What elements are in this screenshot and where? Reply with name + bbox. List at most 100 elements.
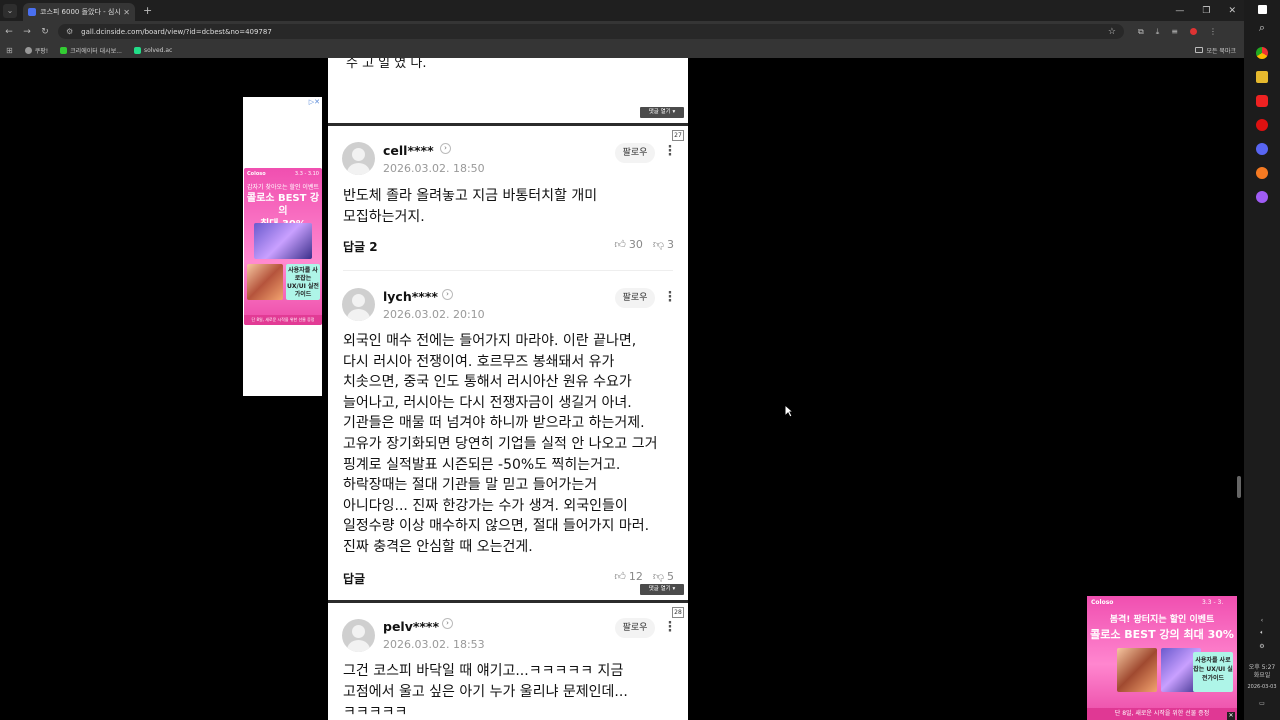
upvote-button[interactable]: 👍︎ 12 <box>614 570 643 583</box>
comment-number-badge: 28 <box>672 607 684 618</box>
volume-icon[interactable]: 🔈︎ <box>1244 629 1280 637</box>
youtube-music-icon[interactable] <box>1256 119 1268 131</box>
more-options-icon[interactable]: · · · <box>665 287 675 308</box>
new-tab-button[interactable]: + <box>143 4 152 17</box>
site-info-icon[interactable]: ⚙ <box>66 27 73 36</box>
bookmark-coupang[interactable]: 쿠팡! <box>24 46 49 55</box>
tray-chevron-icon[interactable]: ‹ <box>1244 617 1280 625</box>
tab-search-button[interactable]: ⌄ <box>3 3 17 18</box>
avatar[interactable] <box>342 619 375 652</box>
ad-brand: Coloso <box>1091 599 1114 606</box>
bookmark-label: 쿠팡! <box>34 47 49 55</box>
ad-course-box: 사용자를 사로잡는 UX/UI 실전 가이드 <box>286 264 320 300</box>
upvote-count: 12 <box>628 570 643 583</box>
reply-toggle-button[interactable]: 댓글 열기 ▾ <box>640 584 684 595</box>
ad-brand: Coloso <box>247 171 266 177</box>
ad-illustration <box>254 223 312 259</box>
ad-headline: 콜로소 BEST 강의 최대 30% <box>1090 628 1234 641</box>
thumbs-up-icon: 👍︎ <box>614 238 626 251</box>
ad-illustration <box>1117 648 1157 692</box>
upvote-button[interactable]: 👍︎ 30 <box>614 238 643 251</box>
back-icon[interactable]: ← <box>0 27 18 37</box>
username[interactable]: pelv**** <box>383 619 439 634</box>
follow-button[interactable]: 팔로우 <box>615 143 655 163</box>
avatar[interactable] <box>342 288 375 321</box>
comment-number-badge: 27 <box>672 130 684 141</box>
thumbs-down-icon: 👎︎ <box>652 238 664 251</box>
profile-arrow-icon[interactable]: › <box>440 143 451 154</box>
bookmark-label: 크리에이터 대시보... <box>70 47 122 55</box>
clock-time[interactable]: 오후 5:27 <box>1244 664 1280 672</box>
messenger-icon[interactable] <box>1256 191 1268 203</box>
ad-creative[interactable]: Coloso 3.3 - 3.10 갑자기 찾아오는 할인 이벤트 콜로소 BE… <box>244 168 322 325</box>
more-options-icon[interactable]: · · · <box>665 141 675 162</box>
url-text: gall.dcinside.com/board/view/?id=dcbest&… <box>81 27 272 36</box>
extensions-icon[interactable]: ⧉ <box>1138 27 1144 37</box>
taskbar: ⌕ ‹ 🔈︎ ⚙ 오후 5:27 화요일 2026-03-03 ▭ <box>1244 0 1280 720</box>
avatar[interactable] <box>342 142 375 175</box>
username[interactable]: cell**** <box>383 143 434 158</box>
download-icon[interactable]: ⤓ <box>1156 27 1160 37</box>
profile-arrow-icon[interactable]: › <box>442 289 453 300</box>
minimize-icon[interactable]: — <box>1175 6 1184 16</box>
page-viewport: ▷✕ Coloso 3.3 - 3.10 갑자기 찾아오는 할인 이벤트 콜로소… <box>0 58 1244 720</box>
username[interactable]: lych**** <box>383 289 438 304</box>
apps-grid-icon[interactable]: ⊞ <box>6 46 13 55</box>
downvote-button[interactable]: 👎︎ 3 <box>653 238 674 251</box>
tab-title: 코스피 6000 돌았다 - 심시간 ... <box>40 8 121 16</box>
ad-subtitle: 갑자기 찾아오는 할인 이벤트 <box>247 184 319 191</box>
comment-date: 2026.03.02. 20:10 <box>383 308 485 321</box>
comment-divider <box>343 270 673 271</box>
solved-icon <box>133 46 141 54</box>
bookmark-solved[interactable]: solved.ac <box>133 46 173 54</box>
reload-icon[interactable]: ↻ <box>36 27 54 37</box>
reply-link[interactable]: 답글 2 <box>343 238 378 255</box>
vote-group: 👍︎ 30 👎︎ 3 <box>614 238 674 251</box>
discord-icon[interactable] <box>1256 143 1268 155</box>
coupang-icon <box>24 46 32 54</box>
windows-start-icon[interactable] <box>1258 5 1267 14</box>
more-options-icon[interactable]: · · · <box>665 617 675 638</box>
settings-icon[interactable]: ⚙ <box>1244 643 1280 651</box>
comment-list: 수 고 일 였 다. 댓글 열기 ▾ 27 cell**** › 2026.03… <box>328 58 688 720</box>
restore-icon[interactable]: ❐ <box>1202 6 1210 16</box>
bookmark-label: solved.ac <box>143 46 173 54</box>
comment-date: 2026.03.02. 18:50 <box>383 162 485 175</box>
ad-course-box: 사용자를 사로잡는 UX/UI 실전가이드 <box>1193 652 1233 692</box>
all-bookmarks[interactable]: 모든 북마크 <box>1195 46 1236 55</box>
follow-button[interactable]: 팔로우 <box>615 618 655 638</box>
bookmark-creator[interactable]: 크리에이터 대시보... <box>60 46 122 55</box>
left-ad-banner[interactable]: ▷✕ Coloso 3.3 - 3.10 갑자기 찾아오는 할인 이벤트 콜로소… <box>243 97 322 396</box>
extension-red-icon[interactable] <box>1189 28 1197 35</box>
tab-close-icon[interactable]: ✕ <box>123 8 130 17</box>
ad-choices-icon[interactable]: ▷✕ <box>309 98 320 106</box>
creator-icon <box>60 46 68 54</box>
media-icon[interactable]: ≡ <box>1171 27 1178 36</box>
search-icon[interactable]: ⌕ <box>1244 22 1280 33</box>
notifications-icon[interactable]: ▭ <box>1244 700 1280 708</box>
tab-bar: ⌄ 코스피 6000 돌았다 - 심시간 ... ✕ + — ❐ ✕ <box>0 0 1244 21</box>
all-bookmarks-label: 모든 북마크 <box>1206 47 1236 55</box>
profile-arrow-icon[interactable]: › <box>442 618 453 629</box>
file-explorer-icon[interactable] <box>1256 71 1268 83</box>
floating-ad-banner[interactable]: Coloso 3.3 - 3. 봄격! 팡터지는 할인 이벤트 콜로소 BEST… <box>1087 596 1237 720</box>
chrome-icon[interactable] <box>1256 47 1268 59</box>
ad-close-icon[interactable]: ✕ <box>1227 712 1235 720</box>
reply-link[interactable]: 답글 <box>343 570 365 587</box>
browser-tab-active[interactable]: 코스피 6000 돌았다 - 심시간 ... ✕ <box>23 3 135 21</box>
address-bar[interactable]: ⚙ gall.dcinside.com/board/view/?id=dcbes… <box>58 24 1124 39</box>
firefox-icon[interactable] <box>1256 167 1268 179</box>
upvote-count: 30 <box>628 238 643 251</box>
forward-icon[interactable]: → <box>18 27 36 37</box>
menu-kebab-icon[interactable]: ⋮ <box>1209 27 1217 36</box>
reply-toggle-button[interactable]: 댓글 열기 ▾ <box>640 107 684 118</box>
youtube-icon[interactable] <box>1256 95 1268 107</box>
close-window-icon[interactable]: ✕ <box>1228 6 1236 16</box>
follow-button[interactable]: 팔로우 <box>615 288 655 308</box>
thumbs-down-icon: 👎︎ <box>652 570 664 583</box>
ad-date: 3.3 - 3.10 <box>294 171 319 177</box>
scrollbar-thumb[interactable] <box>1237 476 1241 498</box>
bookmark-star-icon[interactable]: ☆ <box>1108 27 1116 37</box>
downvote-button[interactable]: 👎︎ 5 <box>653 570 674 583</box>
window-controls: — ❐ ✕ <box>1175 0 1244 21</box>
